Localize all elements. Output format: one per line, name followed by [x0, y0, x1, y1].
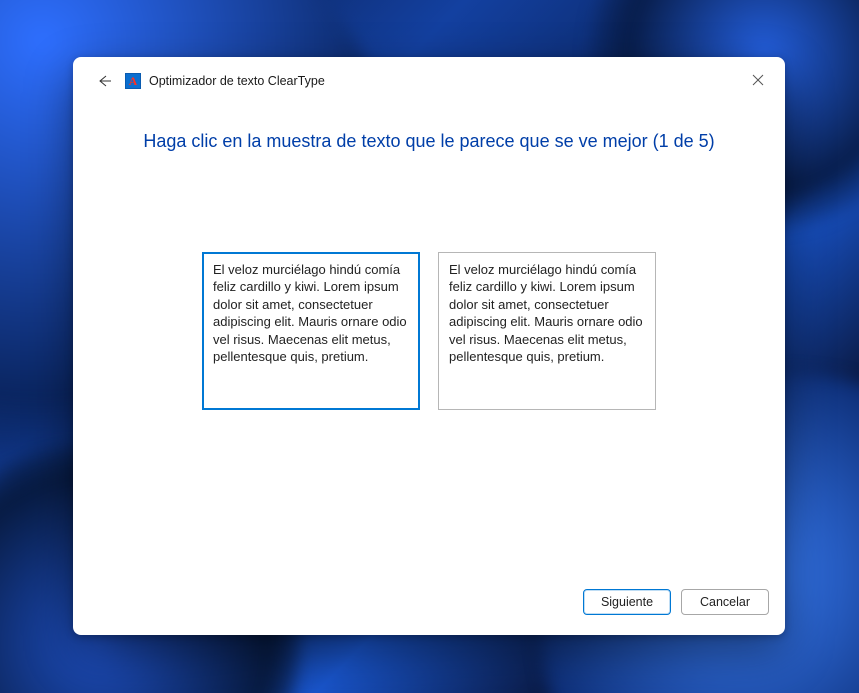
text-samples-row: El veloz murciélago hindú comía feliz ca… [123, 252, 735, 410]
cancel-button[interactable]: Cancelar [681, 589, 769, 615]
cleartype-wizard-dialog: A Optimizador de texto ClearType Haga cl… [73, 57, 785, 635]
close-button[interactable] [749, 71, 767, 89]
text-sample-option-2[interactable]: El veloz murciélago hindú comía feliz ca… [438, 252, 656, 410]
instruction-heading: Haga clic en la muestra de texto que le … [123, 131, 735, 152]
titlebar: A Optimizador de texto ClearType [73, 57, 785, 105]
text-sample-option-1[interactable]: El veloz murciélago hindú comía feliz ca… [202, 252, 420, 410]
dialog-footer: Siguiente Cancelar [73, 583, 785, 635]
back-button[interactable] [95, 72, 113, 90]
window-title: Optimizador de texto ClearType [149, 74, 325, 88]
wizard-content: Haga clic en la muestra de texto que le … [73, 105, 785, 583]
next-button[interactable]: Siguiente [583, 589, 671, 615]
cleartype-app-icon: A [125, 73, 141, 89]
